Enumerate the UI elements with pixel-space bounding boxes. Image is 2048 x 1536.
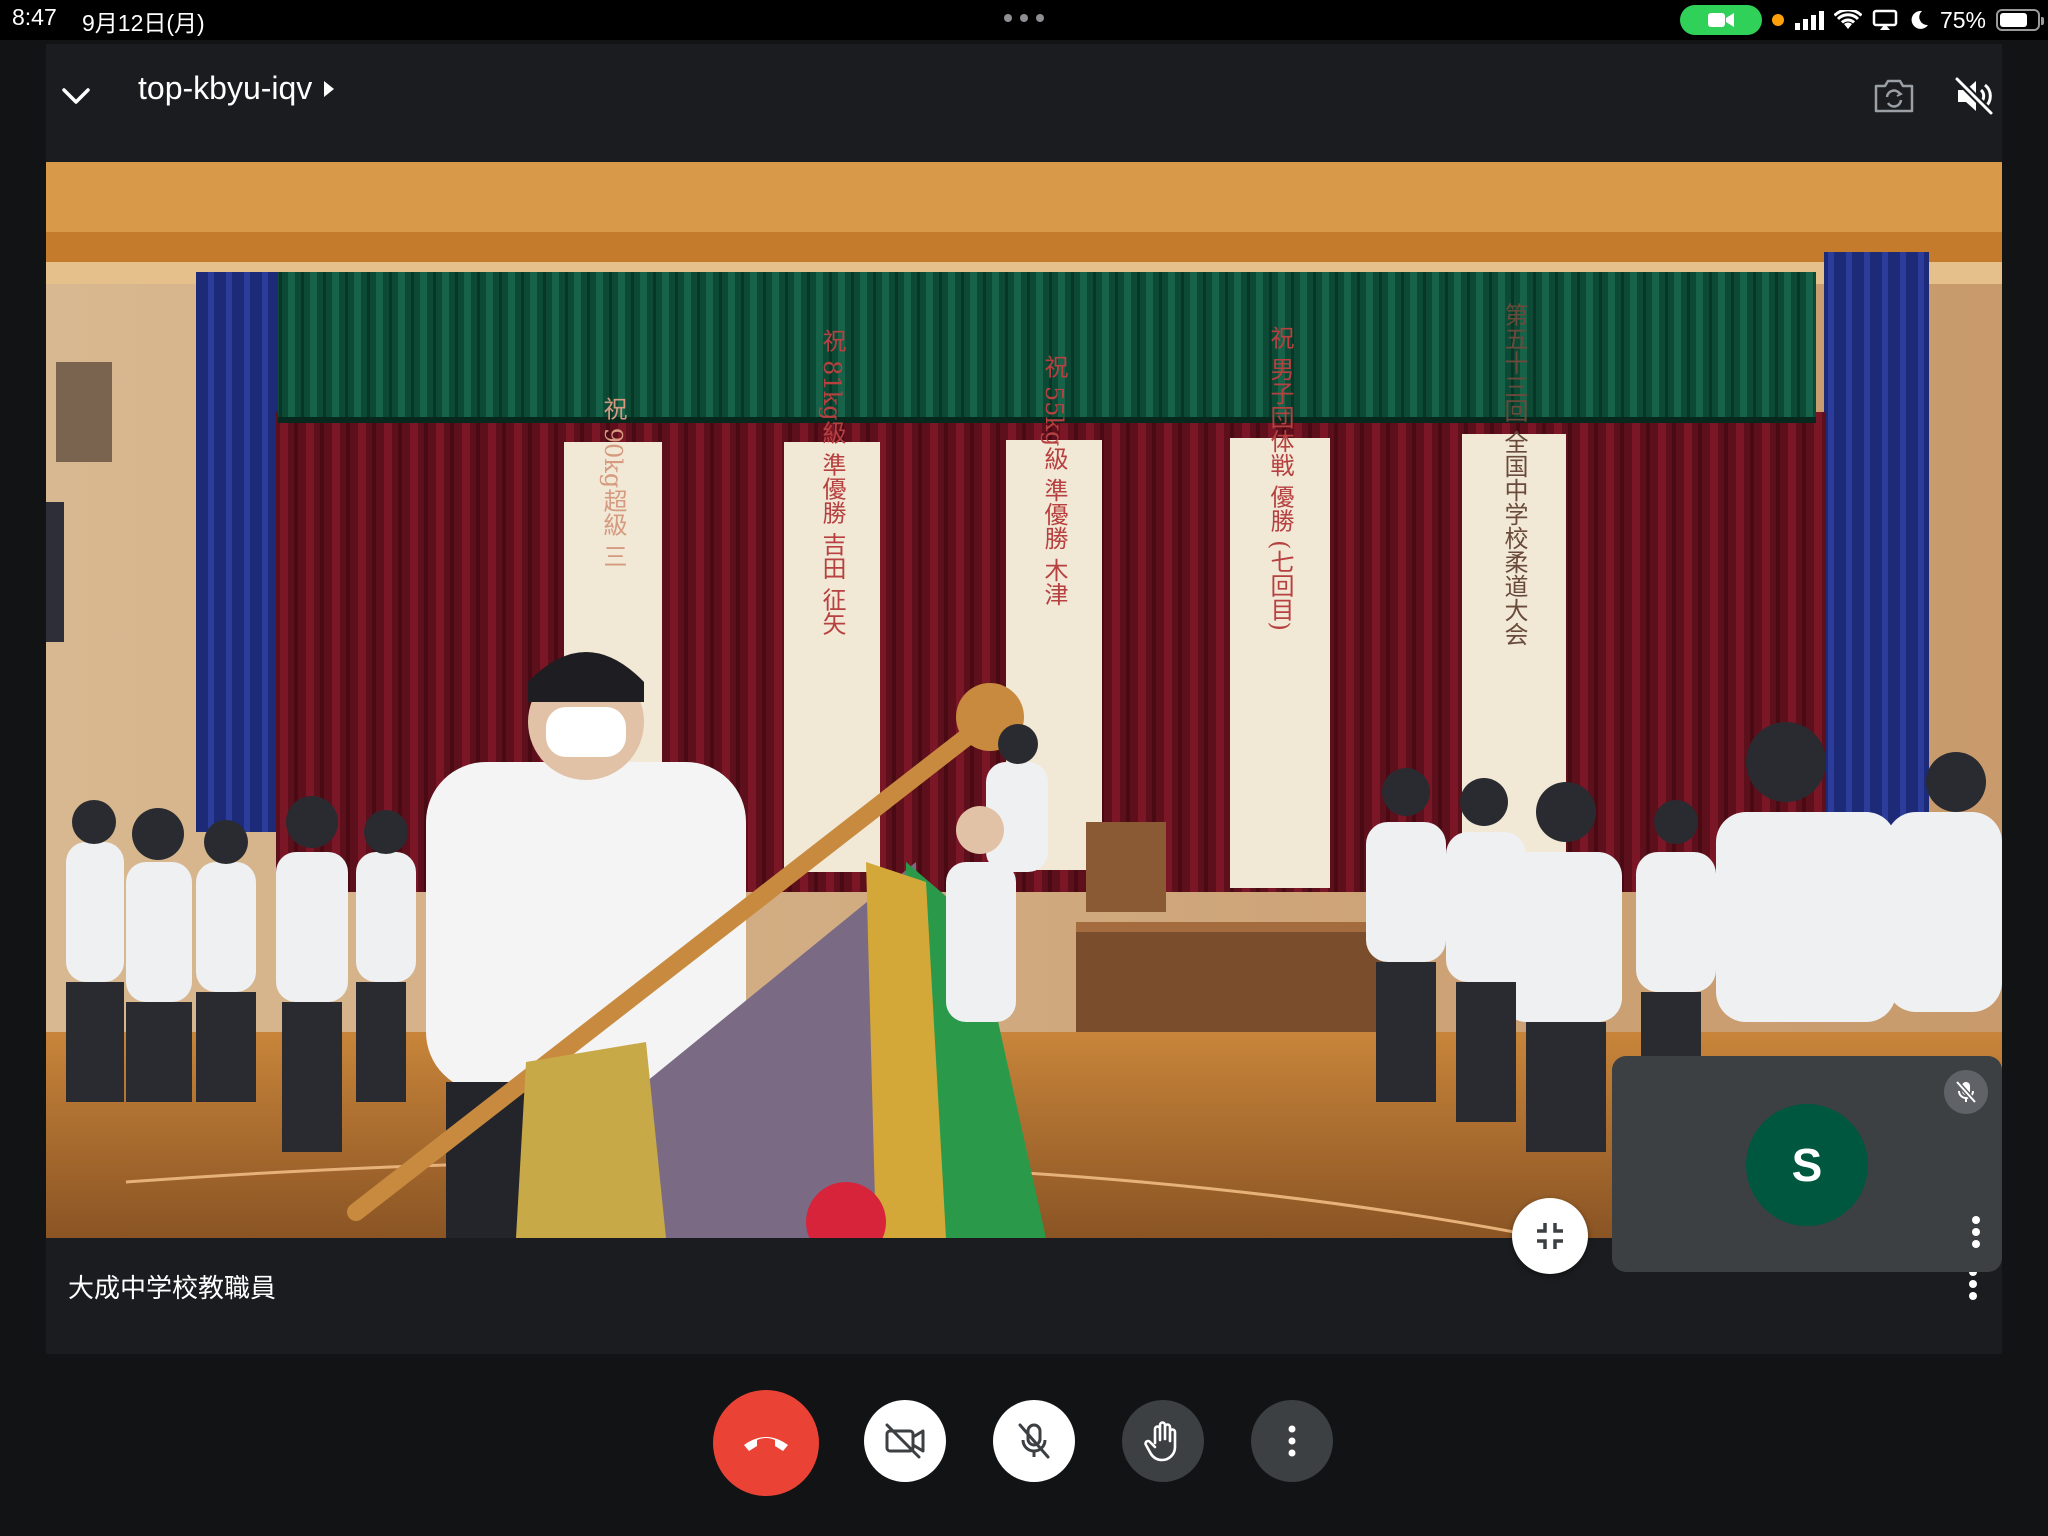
speaker-toggle-button[interactable]: [1946, 68, 2002, 124]
multitasking-dots-icon[interactable]: [1000, 8, 1048, 28]
end-call-icon: [744, 1437, 788, 1451]
call-controls: [0, 1390, 2048, 1510]
speaker-off-icon: [1954, 76, 1994, 116]
video-camera-icon: [1707, 13, 1734, 27]
svg-text:祝 81kg級 準優勝 吉田 征矢: 祝 81kg級 準優勝 吉田 征矢: [818, 329, 846, 636]
meeting-header: top-kbyu-iqv: [46, 44, 2002, 162]
svg-text:祝 55kg級 準優勝 木津: 祝 55kg級 準優勝 木津: [1040, 354, 1068, 605]
cellular-signal-icon: [1794, 11, 1824, 30]
participant-name: 大成中学校教職員: [68, 1273, 277, 1303]
minimize-self-view-button[interactable]: [1512, 1198, 1588, 1274]
do-not-disturb-moon-icon: [1911, 10, 1928, 29]
wifi-icon: [1833, 10, 1862, 29]
raise-hand-button[interactable]: [1122, 1400, 1204, 1482]
svg-text:第五十三回 全国中学校柔道大会: 第五十三回 全国中学校柔道大会: [1500, 302, 1528, 646]
collapse-icon: [1537, 1223, 1563, 1249]
status-date: 9月12日(月): [82, 10, 205, 36]
battery-percentage: 75%: [1939, 6, 1986, 33]
avatar: S: [1746, 1104, 1868, 1226]
end-call-button[interactable]: [713, 1390, 819, 1496]
svg-text:祝 男子団体戦 優勝 (七回目): 祝 男子団体戦 優勝 (七回目): [1266, 325, 1294, 631]
mic-toggle-button[interactable]: [993, 1400, 1075, 1482]
chevron-down-icon[interactable]: [54, 74, 98, 118]
camera-toggle-button[interactable]: [864, 1400, 946, 1482]
status-time: 8:47: [12, 4, 57, 30]
camera-off-icon: [885, 1423, 925, 1459]
meeting-code-button[interactable]: top-kbyu-iqv: [138, 70, 336, 107]
battery-fill: [2000, 13, 2027, 27]
status-bar: 8:47 9月12日(月) 75%: [0, 0, 2048, 40]
mic-off-icon: [1955, 1080, 1977, 1104]
battery-icon: [1996, 9, 2044, 31]
meeting-code: top-kbyu-iqv: [138, 70, 313, 106]
mic-in-use-dot: [1771, 14, 1784, 26]
raise-hand-icon: [1144, 1421, 1177, 1462]
caret-right-icon: [324, 80, 335, 97]
switch-camera-button[interactable]: [1866, 68, 1922, 124]
screen-mirroring-icon: [1872, 9, 1898, 30]
svg-text:祝 90kg超級 三: 祝 90kg超級 三: [599, 396, 627, 568]
switch-camera-icon: [1874, 79, 1914, 113]
more-vert-icon: [1288, 1425, 1296, 1457]
self-muted-indicator: [1944, 1070, 1988, 1114]
more-vert-icon[interactable]: [1962, 1212, 1990, 1252]
mic-off-icon: [1018, 1423, 1050, 1459]
camera-in-use-indicator: [1679, 5, 1762, 35]
self-view-tile[interactable]: S: [1612, 1056, 2002, 1272]
more-options-button[interactable]: [1251, 1400, 1333, 1482]
